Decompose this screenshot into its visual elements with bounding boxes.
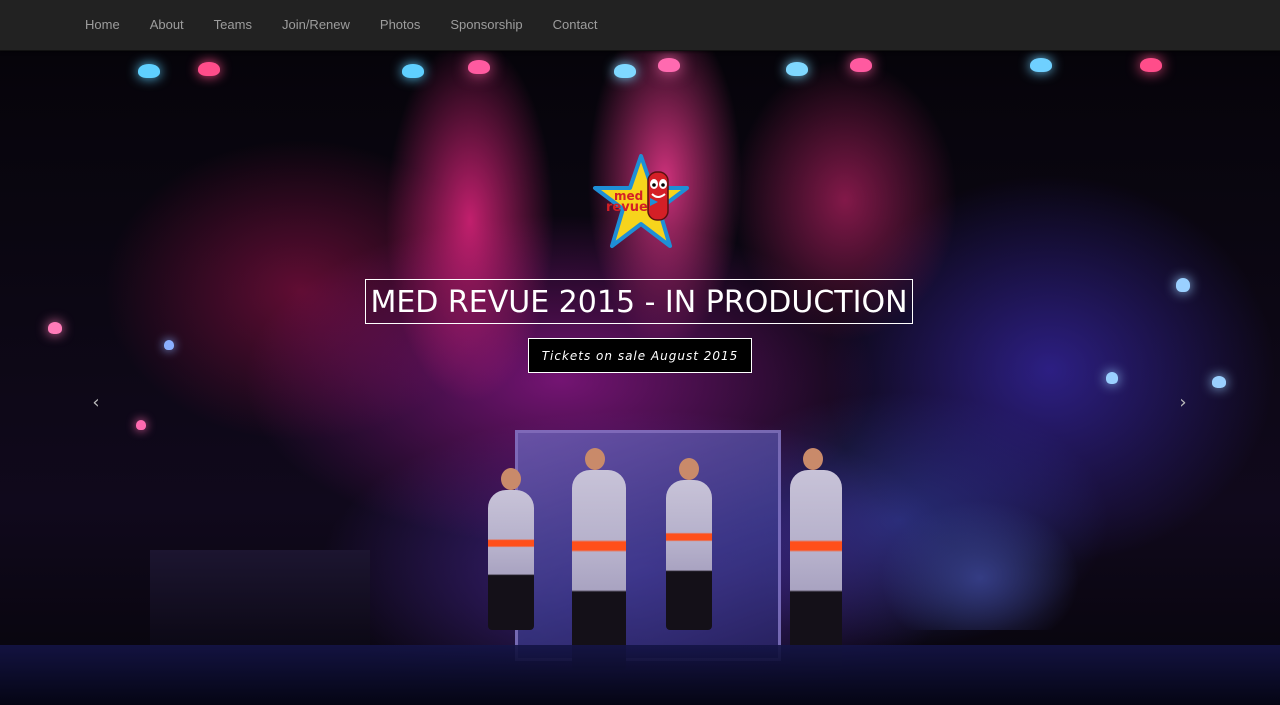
stage-light: [658, 58, 680, 72]
stage-light: [1140, 58, 1162, 72]
band-riser: [150, 550, 370, 650]
nav-item-about[interactable]: About: [135, 0, 199, 50]
nav-item-join-renew[interactable]: Join/Renew: [267, 0, 365, 50]
stage-light: [138, 64, 160, 78]
stage-backdrop: [515, 430, 781, 661]
nav-item-contact[interactable]: Contact: [538, 0, 613, 50]
logo-text-revue: revue: [606, 200, 648, 215]
stage-light: [1212, 376, 1226, 388]
stage-light: [850, 58, 872, 72]
performer: [572, 448, 626, 670]
stage-light: [402, 64, 424, 78]
stage-light: [614, 64, 636, 78]
nav-item-teams[interactable]: Teams: [199, 0, 267, 50]
drum-kit: [880, 500, 1080, 630]
performer: [790, 448, 842, 670]
top-navbar: Home About Teams Join/Renew Photos Spons…: [0, 0, 1280, 51]
nav-menu: Home About Teams Join/Renew Photos Spons…: [70, 0, 612, 50]
chevron-right-icon: ›: [1179, 392, 1187, 413]
nav-item-photos[interactable]: Photos: [365, 0, 435, 50]
performer: [488, 468, 534, 630]
stage-light: [136, 420, 146, 430]
nav-item-home[interactable]: Home: [70, 0, 135, 50]
stage-light: [198, 62, 220, 76]
carousel-next-button[interactable]: ›: [1171, 390, 1195, 416]
slide-title: MED REVUE 2015 - IN PRODUCTION: [365, 279, 913, 324]
stage-light: [468, 60, 490, 74]
stage-light: [1106, 372, 1118, 384]
stage-light: [48, 322, 62, 334]
hero-carousel: ‹ ›: [0, 50, 1280, 705]
tickets-button[interactable]: Tickets on sale August 2015: [528, 338, 752, 373]
carousel-prev-button[interactable]: ‹: [84, 390, 108, 416]
chevron-left-icon: ‹: [92, 392, 100, 413]
med-revue-logo: med revue: [592, 154, 690, 252]
stage-floor: [0, 645, 1280, 705]
performer: [666, 458, 712, 630]
stage-light: [786, 62, 808, 76]
stage-light: [1030, 58, 1052, 72]
stage-light: [164, 340, 174, 350]
stage-light: [1176, 278, 1190, 292]
nav-item-sponsorship[interactable]: Sponsorship: [435, 0, 537, 50]
